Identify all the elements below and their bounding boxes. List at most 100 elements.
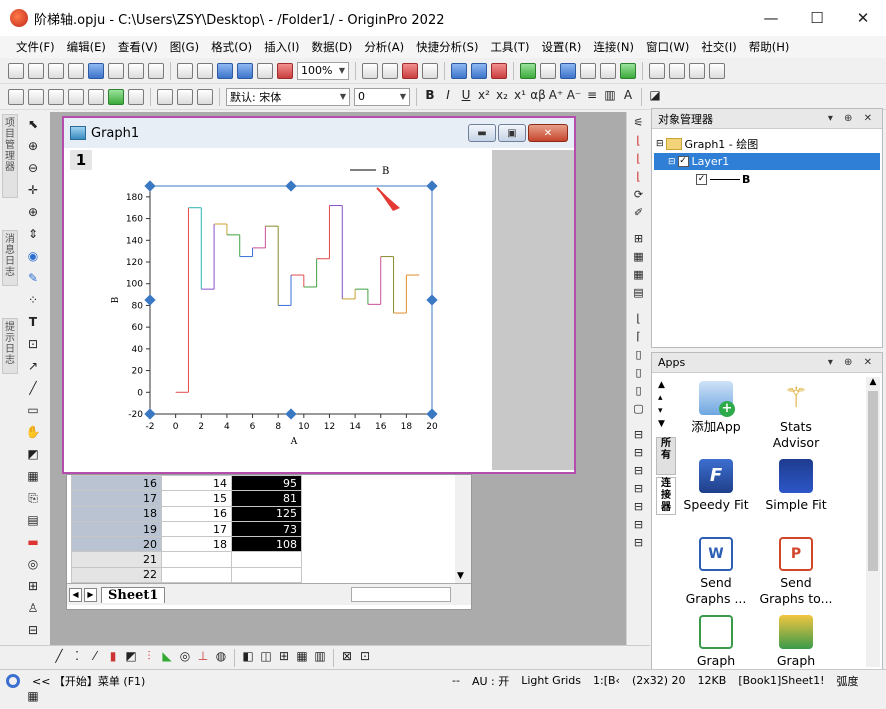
table-row[interactable]: 20 18 108 <box>71 536 302 553</box>
row-header[interactable]: 22 <box>71 566 162 584</box>
layout6-icon[interactable]: ⊟ <box>631 518 647 532</box>
table-row[interactable]: 22 <box>71 566 302 584</box>
app-simple-fit[interactable]: Simple Fit <box>756 459 836 513</box>
insert-table-icon[interactable]: ▦ <box>24 467 42 485</box>
command-window-icon[interactable] <box>471 62 487 79</box>
table-row[interactable]: 17 15 81 <box>71 490 302 507</box>
menu-file[interactable]: 文件(F) <box>10 39 61 55</box>
screen-reader-icon[interactable]: ✛ <box>24 181 42 199</box>
tree-graph-node[interactable]: ⊟ Graph1 - 绘图 <box>656 135 758 152</box>
statistics-icon[interactable] <box>649 62 665 79</box>
import-wizard-icon[interactable] <box>8 88 24 105</box>
scroll-thumb[interactable] <box>868 391 878 571</box>
new-folder-icon[interactable] <box>28 62 44 79</box>
row-header[interactable]: 20 <box>71 536 162 553</box>
table-row[interactable]: 18 16 125 <box>71 505 302 522</box>
save-template-icon[interactable] <box>237 62 253 79</box>
fill-color-icon[interactable]: ◪ <box>646 86 664 104</box>
digitizer-icon[interactable] <box>540 62 556 79</box>
subscript-icon[interactable]: x₂ <box>493 86 511 104</box>
script-window-icon[interactable] <box>451 62 467 79</box>
menu-graph[interactable]: 图(G) <box>164 39 205 55</box>
column-plot-icon[interactable]: ▮ <box>104 647 122 665</box>
copy-icon[interactable] <box>177 88 193 105</box>
line-symbol-icon[interactable]: ⁄ <box>86 647 104 665</box>
new-workbook-icon[interactable] <box>48 62 64 79</box>
refresh-graph-icon[interactable]: ⟳ <box>631 188 647 202</box>
pane-controls-icon[interactable]: ▾ ⊕ ✕ <box>828 357 876 368</box>
menu-social[interactable]: 社交(I) <box>695 39 742 55</box>
annotation-icon[interactable]: ⊡ <box>24 335 42 353</box>
mask-icon[interactable]: ⁘ <box>24 291 42 309</box>
layer-icon[interactable]: ⊞ <box>24 577 42 595</box>
apps-scrollbar[interactable]: ▲ <box>866 377 880 667</box>
plot-checkbox[interactable]: ✓ <box>696 174 707 185</box>
new-graph-icon[interactable] <box>88 62 104 79</box>
draw-data-icon[interactable]: ✎ <box>24 269 42 287</box>
axis-left-icon[interactable]: ▯ <box>631 348 647 362</box>
pane-controls-icon[interactable]: ▾ ⊕ ✕ <box>828 113 876 124</box>
import-database-icon[interactable] <box>88 88 104 105</box>
scatter-plot-icon[interactable]: ⁚ <box>68 647 86 665</box>
graph-window-icon[interactable] <box>560 62 576 79</box>
axis-both-icon[interactable]: ▯ <box>631 384 647 398</box>
increase-font-icon[interactable]: A⁺ <box>547 86 565 104</box>
stacked-icon[interactable]: ◫ <box>257 647 275 665</box>
import-filter-icon[interactable] <box>108 88 124 105</box>
graph-minimize-button[interactable]: ▬ <box>468 124 496 142</box>
insert-graph-icon[interactable]: ◩ <box>24 445 42 463</box>
cell-b[interactable]: 125 <box>231 505 302 522</box>
menu-view[interactable]: 查看(V) <box>112 39 164 55</box>
menu-data[interactable]: 数据(D) <box>305 39 358 55</box>
super-subscript-icon[interactable]: x¹ <box>511 86 529 104</box>
layer-arrange-icon[interactable]: ⊞ <box>631 232 647 246</box>
histogram-icon[interactable]: ▥ <box>311 647 329 665</box>
stat-plot-icon[interactable]: ⫶ <box>140 647 158 665</box>
vertical-scrollbar[interactable]: ▼ <box>455 475 471 583</box>
layer-manage-icon[interactable]: ⊟ <box>24 621 42 639</box>
app-graph-1[interactable]: Graph <box>676 615 756 669</box>
italic-icon[interactable]: I <box>439 86 457 104</box>
layout4-icon[interactable]: ⊟ <box>631 482 647 496</box>
selection-handle[interactable] <box>426 408 438 420</box>
cell-b[interactable]: 108 <box>231 536 302 553</box>
apps-tab-all[interactable]: 所有 <box>656 437 676 475</box>
greek-icon[interactable]: αβ <box>529 86 547 104</box>
cell-a[interactable]: 16 <box>161 505 232 522</box>
import-icon[interactable] <box>257 62 273 79</box>
menu-tools[interactable]: 工具(T) <box>484 39 535 55</box>
scroll-down-icon[interactable]: ▼ <box>457 571 464 581</box>
font-size-combo[interactable]: 0 ▼ <box>354 87 410 106</box>
row-header[interactable]: 16 <box>71 474 162 492</box>
print-icon[interactable]: ⊡ <box>356 647 374 665</box>
cell-a[interactable]: 18 <box>161 536 232 553</box>
graph-page[interactable]: 1 -2 0 2 4 6 8 10 12 14 16 18 20 -20 0 20 40 60 80 100 120 1… <box>68 150 574 470</box>
tab-project-explorer[interactable]: 项目管理器 <box>2 114 18 198</box>
step-chart[interactable]: -2 0 2 4 6 8 10 12 14 16 18 20-20020406080100120140… <box>68 150 492 470</box>
cell-a[interactable]: 17 <box>161 520 232 538</box>
zoom-out-icon[interactable]: ⊖ <box>24 159 42 177</box>
color-scale-icon[interactable]: ▬ <box>24 533 42 551</box>
edit-icon[interactable]: ✐ <box>631 206 647 220</box>
person-icon[interactable]: ♙ <box>24 599 42 617</box>
text-tool-icon[interactable]: T <box>24 313 42 331</box>
align-icon[interactable]: ≡ <box>583 86 601 104</box>
menu-quick-analysis[interactable]: 快捷分析(S) <box>410 39 484 55</box>
rescale-x-icon[interactable]: ⌊ <box>631 134 647 148</box>
refresh-icon[interactable] <box>362 62 378 79</box>
grouped-icon[interactable]: ▦ <box>293 647 311 665</box>
cell-b[interactable] <box>231 551 302 568</box>
layout3-icon[interactable]: ⊟ <box>631 464 647 478</box>
polar-icon[interactable]: ◍ <box>212 647 230 665</box>
menu-connect[interactable]: 连接(N) <box>587 39 640 55</box>
row-header[interactable]: 19 <box>71 520 162 538</box>
zoom-in-icon[interactable]: ⊕ <box>24 137 42 155</box>
axis-frame-icon[interactable]: ▢ <box>631 402 647 416</box>
scroll-up-icon[interactable]: ▲ <box>866 377 880 387</box>
menu-window[interactable]: 窗口(W) <box>640 39 695 55</box>
rescale-y-icon[interactable]: ⌊ <box>631 152 647 166</box>
new-matrix-icon[interactable] <box>68 62 84 79</box>
selection-handle[interactable] <box>144 408 156 420</box>
pointer-icon[interactable]: ⬉ <box>24 115 42 133</box>
tree-plot-node[interactable]: ✓ B <box>696 171 750 188</box>
